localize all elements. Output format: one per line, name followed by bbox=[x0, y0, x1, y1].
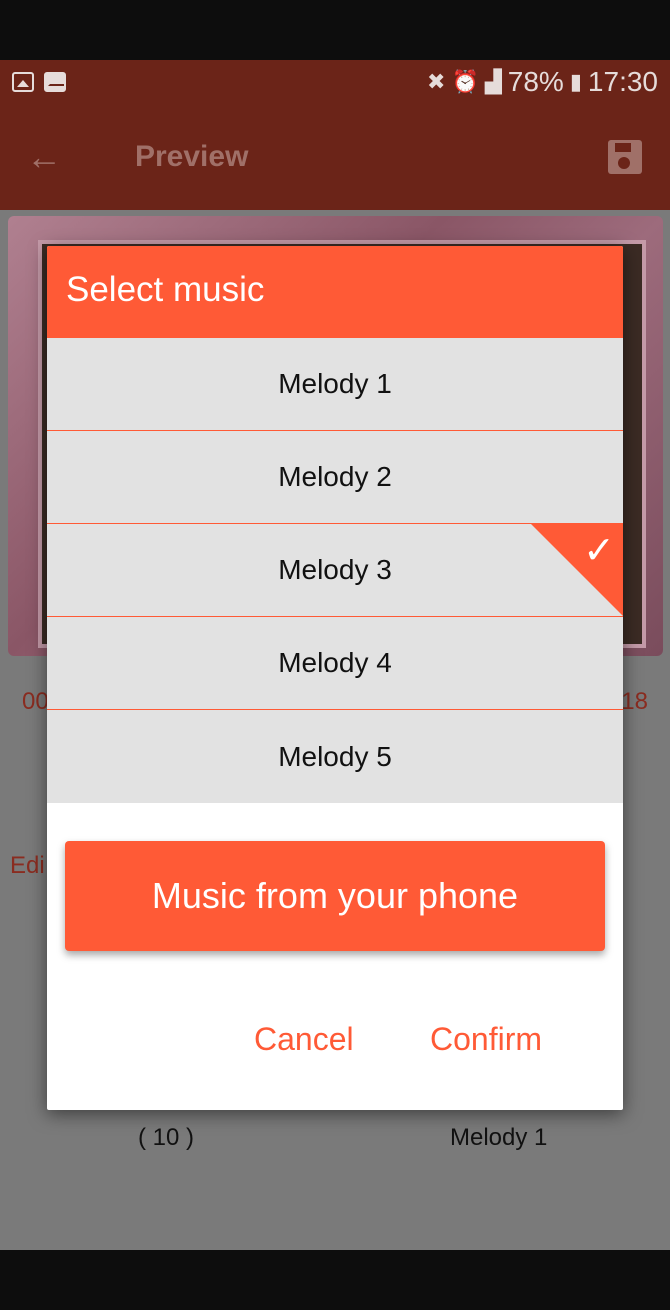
checkmark-icon: ✓ bbox=[583, 530, 615, 572]
time-end: 18 bbox=[621, 688, 648, 715]
image-icon bbox=[12, 72, 34, 92]
page-title: Preview bbox=[135, 140, 249, 173]
vibrate-mute-icon: ✖ bbox=[427, 69, 446, 94]
status-bar: ✖ ⏰ ▟ 78% ▮ 17:30 bbox=[0, 60, 670, 106]
melody-item-label: Melody 4 bbox=[278, 647, 392, 678]
melody-item-label: Melody 5 bbox=[278, 740, 392, 772]
top-black-area bbox=[0, 0, 670, 60]
melody-item-label: Melody 3 bbox=[278, 554, 392, 585]
battery-percentage: 78% bbox=[507, 66, 564, 97]
melody-item-1[interactable]: Melody 1 bbox=[47, 338, 623, 431]
melody-item-label: Melody 2 bbox=[278, 461, 392, 492]
status-right: ✖ ⏰ ▟ 78% ▮ 17:30 bbox=[427, 66, 658, 98]
time-start: 00 bbox=[22, 688, 49, 715]
save-icon[interactable] bbox=[608, 140, 642, 174]
edit-label: Edi bbox=[10, 852, 45, 879]
battery-charging-icon: ▮ bbox=[569, 69, 582, 94]
cancel-button[interactable]: Cancel bbox=[254, 1021, 354, 1058]
confirm-button[interactable]: Confirm bbox=[430, 1021, 542, 1058]
melody-item-3[interactable]: Melody 3 ✓ bbox=[47, 524, 623, 617]
mail-icon bbox=[44, 72, 66, 92]
melody-item-label: Melody 1 bbox=[278, 368, 392, 399]
melody-item-2[interactable]: Melody 2 bbox=[47, 431, 623, 524]
melody-item-5[interactable]: Melody 5 bbox=[47, 710, 623, 803]
melody-list: Melody 1 Melody 2 Melody 3 ✓ Melody 4 Me… bbox=[47, 338, 623, 803]
count-label: ( 10 ) bbox=[138, 1124, 195, 1151]
signal-icon: ▟ bbox=[484, 69, 502, 94]
app-bar: ← Preview bbox=[0, 106, 670, 210]
arrow-left-icon[interactable]: ← bbox=[26, 136, 62, 178]
alarm-icon: ⏰ bbox=[451, 69, 479, 94]
status-time: 17:30 bbox=[587, 66, 658, 97]
dialog-title: Select music bbox=[66, 270, 265, 309]
bottom-black-area bbox=[0, 1250, 670, 1310]
status-left-icons bbox=[12, 72, 66, 92]
music-from-phone-button[interactable]: Music from your phone bbox=[65, 841, 605, 951]
select-music-dialog: Select music Melody 1 Melody 2 Melody 3 … bbox=[47, 246, 623, 1110]
melody-item-4[interactable]: Melody 4 bbox=[47, 617, 623, 710]
dialog-header: Select music bbox=[47, 246, 623, 338]
current-melody-label: Melody 1 bbox=[450, 1124, 548, 1151]
